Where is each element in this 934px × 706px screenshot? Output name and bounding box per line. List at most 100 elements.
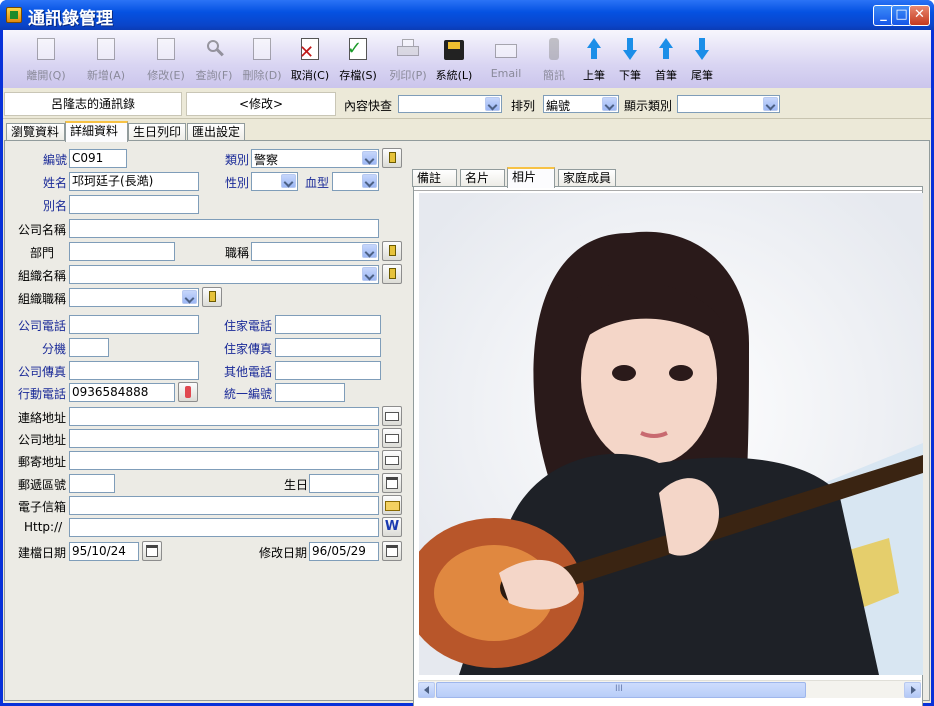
extension-field[interactable] xyxy=(69,338,109,357)
created-date-calendar-button[interactable] xyxy=(142,541,162,561)
tab-birthday-print[interactable]: 生日列印 xyxy=(128,123,186,141)
website-open-button[interactable]: W xyxy=(382,517,402,537)
id-field[interactable]: C091 xyxy=(69,149,127,168)
name-field[interactable]: 邛珂廷子(長澔) xyxy=(69,172,199,191)
scroll-thumb[interactable]: III xyxy=(436,682,806,698)
toolbar-button-system[interactable]: 系統(L) xyxy=(429,38,479,84)
home-fax-field[interactable] xyxy=(275,338,381,357)
edit-icon xyxy=(153,38,179,62)
other-phone-field[interactable] xyxy=(275,361,381,380)
created-date-field[interactable]: 95/10/24 xyxy=(69,542,139,561)
org-lookup-button[interactable] xyxy=(382,264,402,284)
birthday-calendar-button[interactable] xyxy=(382,473,402,493)
org-title-select[interactable] xyxy=(69,288,199,307)
toolbar-label: 修改(E) xyxy=(147,69,185,82)
print-icon xyxy=(395,38,421,62)
company-address-envelope-button[interactable] xyxy=(382,428,402,448)
alias-label: 別名 xyxy=(43,199,68,213)
email-field[interactable] xyxy=(69,496,379,515)
alias-field[interactable] xyxy=(69,195,199,214)
company-label: 公司名稱 xyxy=(18,223,67,237)
scroll-left-button[interactable] xyxy=(418,682,435,698)
office-fax-field[interactable] xyxy=(69,361,199,380)
category-filter-select[interactable] xyxy=(677,95,780,113)
envelope-icon xyxy=(385,456,399,465)
last-icon xyxy=(692,38,712,62)
chevron-down-icon xyxy=(362,174,377,188)
tab-photo[interactable]: 相片 xyxy=(507,167,555,188)
blood-type-select[interactable] xyxy=(332,172,379,191)
sort-select[interactable]: 編號 xyxy=(543,95,619,113)
id-label: 編號 xyxy=(43,153,68,167)
toolbar-button-exit[interactable]: 離開(Q) xyxy=(21,38,71,84)
toolbar-button-delete[interactable]: 刪除(D) xyxy=(237,38,287,84)
quick-search-select[interactable] xyxy=(398,95,502,113)
chevron-down-icon xyxy=(602,97,617,111)
search-label: 內容快查 xyxy=(344,99,393,113)
send-sms-button[interactable] xyxy=(178,382,198,402)
contact-address-envelope-button[interactable] xyxy=(382,406,402,426)
website-field[interactable] xyxy=(69,518,379,537)
org-name-label: 組織名稱 xyxy=(18,269,67,283)
office-phone-field[interactable] xyxy=(69,315,199,334)
right-eye xyxy=(669,365,693,381)
mailing-address-envelope-button[interactable] xyxy=(382,450,402,470)
modified-date-calendar-button[interactable] xyxy=(382,541,402,561)
tab-business-card[interactable]: 名片 xyxy=(460,169,505,187)
tab-export-settings[interactable]: 匯出設定 xyxy=(187,123,245,141)
toolbar-button-last[interactable]: 尾筆 xyxy=(677,38,727,84)
name-label: 姓名 xyxy=(43,176,68,190)
tab-family[interactable]: 家庭成員 xyxy=(558,169,616,187)
toolbar-button-edit[interactable]: 修改(E) xyxy=(141,38,191,84)
job-title-lookup-button[interactable] xyxy=(382,241,402,261)
add-icon xyxy=(93,38,119,62)
main-frame: 離開(Q) 新增(A) 修改(E) 查詢(F) 刪除(D) ✕ 取消(C) ✓ 存檔(S) 列印(… xyxy=(3,30,931,706)
category-select[interactable]: 警察 xyxy=(251,149,379,168)
toolbar-label: 尾筆 xyxy=(691,69,713,82)
cancel-icon: ✕ xyxy=(297,38,323,63)
toolbar-button-cancel[interactable]: ✕ 取消(C) xyxy=(285,38,335,84)
close-button[interactable]: ✕ xyxy=(909,5,930,26)
birthday-field[interactable] xyxy=(309,474,379,493)
toolbar-button-add[interactable]: 新增(A) xyxy=(81,38,131,84)
modified-date-field[interactable]: 96/05/29 xyxy=(309,542,379,561)
title-bar: 通訊錄管理 _ □ ✕ xyxy=(0,0,934,30)
folder-icon xyxy=(385,501,400,511)
company-field[interactable] xyxy=(69,219,379,238)
office-phone-label: 公司電話 xyxy=(18,319,67,333)
toolbar-button-query[interactable]: 查詢(F) xyxy=(189,38,239,84)
job-title-select[interactable] xyxy=(251,242,379,261)
toolbar-button-email[interactable]: Email xyxy=(481,38,531,84)
delete-icon xyxy=(249,38,275,62)
department-field[interactable] xyxy=(69,242,175,261)
mailing-address-field[interactable] xyxy=(69,451,379,470)
gender-select[interactable] xyxy=(251,172,298,191)
org-title-lookup-button[interactable] xyxy=(202,287,222,307)
contact-photo[interactable] xyxy=(419,193,923,675)
toolbar-button-save[interactable]: ✓ 存檔(S) xyxy=(333,38,383,84)
mobile-field[interactable]: 0936584888 xyxy=(69,383,175,402)
tab-notes[interactable]: 備註 xyxy=(412,169,457,187)
sort-label: 排列 xyxy=(511,99,536,113)
toolbar-label: 列印(P) xyxy=(389,69,427,82)
chevron-down-icon xyxy=(362,244,377,258)
address-book-name: 呂隆志的通訊錄 xyxy=(4,92,182,116)
company-address-field[interactable] xyxy=(69,429,379,448)
toolbar-button-print[interactable]: 列印(P) xyxy=(383,38,433,84)
contact-address-field[interactable] xyxy=(69,407,379,426)
org-name-select[interactable] xyxy=(69,265,379,284)
home-phone-field[interactable] xyxy=(275,315,381,334)
department-label: 部門 xyxy=(30,246,55,260)
photo-frame-divider xyxy=(414,187,922,191)
job-title-label: 職稱 xyxy=(225,246,250,260)
email-open-button[interactable] xyxy=(382,495,402,515)
tax-id-field[interactable] xyxy=(275,383,345,402)
tab-detail[interactable]: 詳細資料 xyxy=(65,121,128,142)
zip-code-field[interactable] xyxy=(69,474,115,493)
scroll-right-button[interactable] xyxy=(904,682,921,698)
toolbar-label: 存檔(S) xyxy=(339,69,377,82)
category-lookup-button[interactable] xyxy=(382,148,402,168)
scroll-grip: III xyxy=(615,684,623,694)
tab-browse[interactable]: 瀏覽資料 xyxy=(6,123,65,141)
photo-horizontal-scrollbar[interactable]: III xyxy=(418,680,921,698)
